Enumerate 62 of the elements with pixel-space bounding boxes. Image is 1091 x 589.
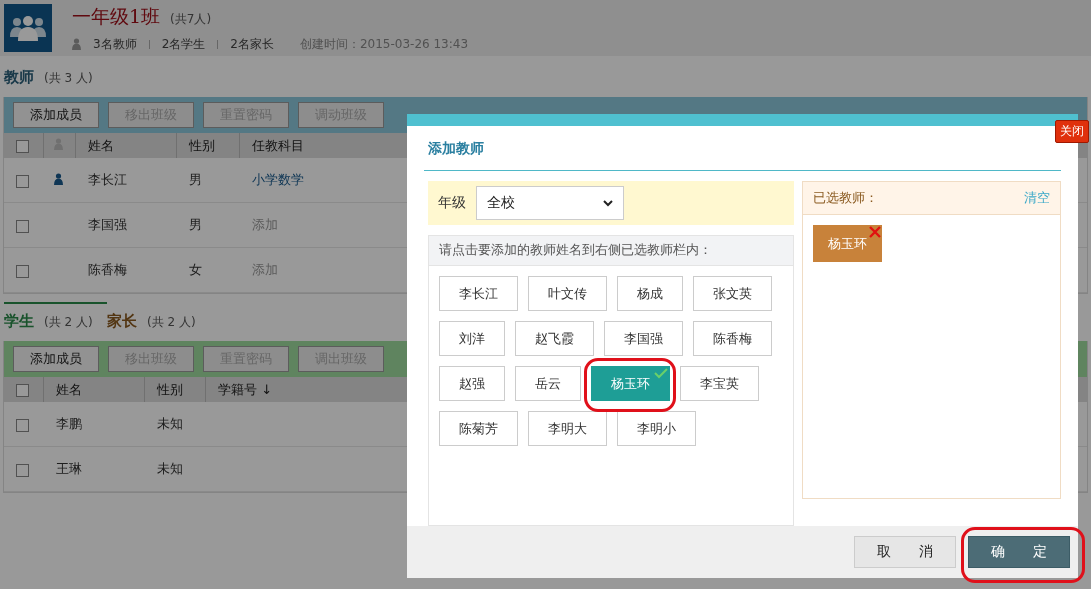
teacher-chip[interactable]: 赵飞霞	[515, 321, 594, 356]
column-header: 姓名	[43, 377, 145, 402]
column-header: 姓名	[75, 133, 177, 158]
teacher-chip[interactable]: 李明小	[617, 411, 696, 446]
teacher-chip[interactable]: 陈菊芳	[439, 411, 518, 446]
checkbox[interactable]	[16, 264, 29, 278]
table-cell: 李鹏	[43, 402, 145, 447]
teacher-chip[interactable]: 李明大	[528, 411, 607, 446]
member-stat: 2名家长	[230, 35, 274, 53]
table-cell: 李长江	[75, 158, 177, 203]
member-stat: 2名学生	[161, 35, 206, 53]
person-icon	[72, 38, 81, 50]
teacher-chip[interactable]: 岳云	[515, 366, 581, 401]
teacher-chip[interactable]: 刘洋	[439, 321, 505, 356]
checkbox[interactable]	[16, 418, 29, 432]
teacher-chip[interactable]: 张文英	[693, 276, 772, 311]
close-button[interactable]: 关闭	[1055, 120, 1089, 143]
hint-text: 请点击要添加的教师姓名到右侧已选教师栏内：	[429, 236, 793, 266]
column-header: 性别	[144, 377, 206, 402]
table-cell: 男	[176, 202, 240, 248]
table-cell: 男	[176, 158, 240, 203]
remove-icon[interactable]	[869, 226, 881, 238]
column-header: 性别	[176, 133, 240, 158]
toolbar-button[interactable]: 添加成员	[13, 102, 99, 128]
panel-title: 已选教师：	[813, 189, 878, 207]
table-cell: 李国强	[75, 202, 177, 248]
dialog-title: 添加教师	[424, 126, 1061, 171]
checkbox[interactable]	[16, 219, 29, 233]
teacher-chip[interactable]: 李长江	[439, 276, 518, 311]
caret-icon	[603, 199, 613, 207]
check-icon	[654, 368, 668, 379]
teacher-chip[interactable]: 叶文传	[528, 276, 607, 311]
tab[interactable]: 家长 (共 2 人)	[107, 302, 210, 341]
table-cell: 陈香梅	[75, 247, 177, 293]
checkbox[interactable]	[16, 384, 29, 397]
table-cell: 王琳	[43, 446, 145, 492]
cancel-button[interactable]: 取 消	[854, 536, 956, 568]
grade-select[interactable]: 全校	[476, 186, 624, 220]
teacher-chip[interactable]: 杨成	[617, 276, 683, 311]
grade-label: 年级	[438, 194, 466, 212]
table-cell: 未知	[144, 446, 206, 492]
class-title: 一年级1班	[72, 3, 161, 29]
teacher-chip[interactable]: 赵强	[439, 366, 505, 401]
teacher-chip[interactable]: 李国强	[604, 321, 683, 356]
selected-teacher-chip[interactable]: 杨玉环	[813, 225, 882, 262]
teacher-chip[interactable]: 李宝英	[680, 366, 759, 401]
teacher-chip[interactable]: 杨玉环	[591, 366, 670, 401]
teacher-chip[interactable]: 陈香梅	[693, 321, 772, 356]
checkbox[interactable]	[16, 174, 29, 188]
group-icon	[4, 4, 52, 52]
section-count: (共 3 人)	[44, 70, 93, 87]
toolbar-button[interactable]: 添加成员	[13, 346, 99, 372]
member-count: (共7人)	[170, 10, 212, 28]
checkbox[interactable]	[16, 463, 29, 477]
section-title: 教师	[4, 68, 34, 87]
table-cell: 未知	[144, 402, 206, 447]
person-icon	[53, 172, 63, 185]
confirm-button[interactable]: 确 定	[968, 536, 1070, 568]
checkbox[interactable]	[16, 140, 29, 153]
member-stat: 3名教师	[93, 35, 137, 53]
table-cell: 女	[176, 247, 240, 293]
subject-link[interactable]: 小学数学	[251, 172, 304, 187]
